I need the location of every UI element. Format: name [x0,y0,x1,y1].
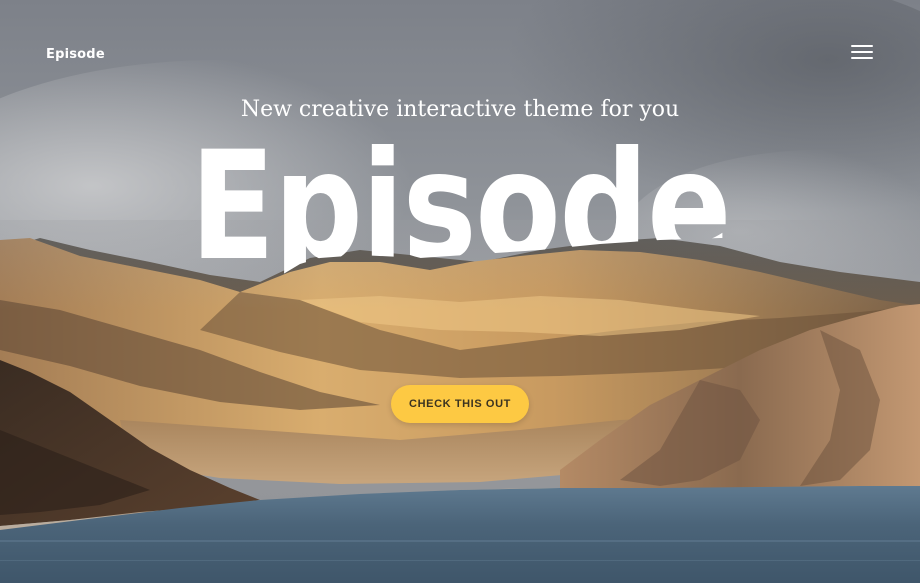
check-this-out-button[interactable]: CHECK THIS OUT [391,385,529,423]
hero-headline: Episode [190,120,730,294]
hero-headline-graphic: Episode [190,120,732,294]
hero-section: Episode New creative interactive theme f… [0,0,920,583]
